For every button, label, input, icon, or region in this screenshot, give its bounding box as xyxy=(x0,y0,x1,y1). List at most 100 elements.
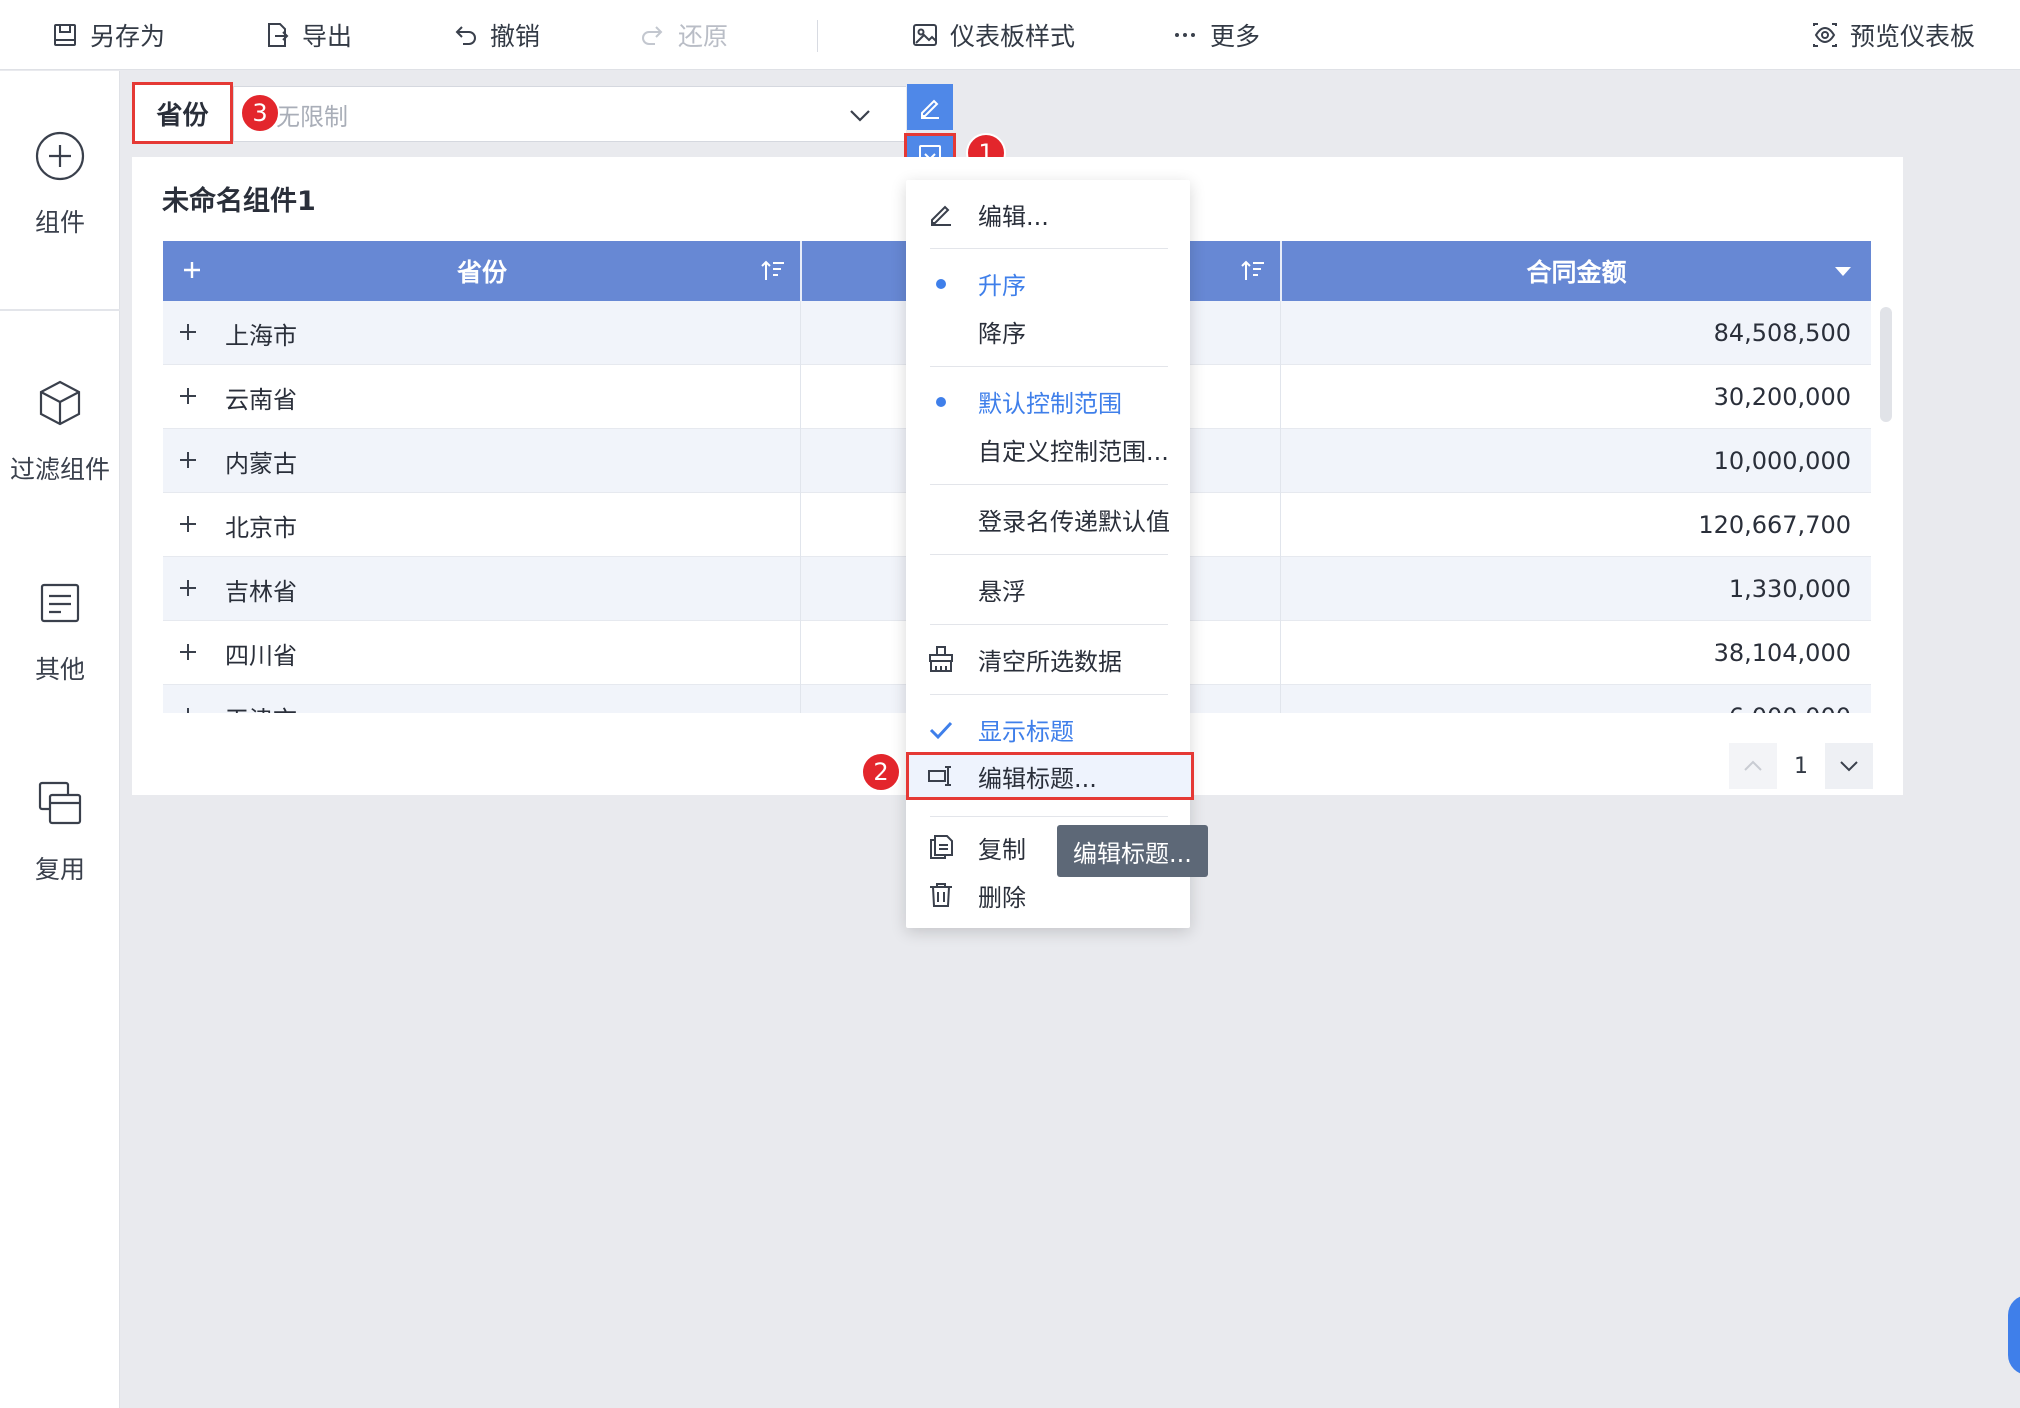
chevron-down-icon xyxy=(1840,761,1858,772)
filter-edit-button[interactable] xyxy=(907,84,953,130)
side-expand-tab[interactable] xyxy=(2008,1295,2020,1375)
menu-item-label: 登录名传递默认值 xyxy=(978,507,1170,536)
preview-dashboard-button[interactable]: 预览仪表板 xyxy=(1810,0,1975,70)
expand-row-icon[interactable] xyxy=(175,703,201,713)
menu-item-label: 显示标题 xyxy=(978,717,1074,746)
column-header-contract-amount[interactable]: 合同金额 xyxy=(1282,241,1871,301)
menu-item-label: 默认控制范围 xyxy=(978,389,1122,418)
top-toolbar: 另存为 导出 撤销 还原 仪表板样式 更多 预览仪表板 xyxy=(0,0,2020,70)
menu-item-custom-scope[interactable]: 自定义控制范围... xyxy=(906,425,1190,473)
menu-divider xyxy=(930,248,1168,249)
province-cell: 云南省 xyxy=(225,385,297,414)
dashboard-style-icon xyxy=(913,24,937,46)
menu-item-label: 编辑... xyxy=(978,202,1049,231)
left-sidebar: 组件 过滤组件 其他 复用 xyxy=(0,71,120,1408)
amount-cell: 38,104,000 xyxy=(1713,639,1851,667)
filter-placeholder: 无限制 xyxy=(276,102,348,131)
sidebar-item-filter-components[interactable]: 过滤组件 xyxy=(0,376,120,486)
menu-item-edit[interactable]: 编辑... xyxy=(906,190,1190,238)
more-button[interactable]: 更多 xyxy=(1170,0,1260,70)
menu-item-label: 自定义控制范围... xyxy=(978,437,1169,466)
sidebar-item-components[interactable]: 组件 xyxy=(0,129,120,239)
save-as-button[interactable]: 另存为 xyxy=(50,0,165,70)
toolbar-divider xyxy=(817,20,818,52)
menu-item-label: 清空所选数据 xyxy=(978,647,1122,676)
edit-title-tooltip: 编辑标题... xyxy=(1057,825,1208,877)
amount-cell: 6,000,000 xyxy=(1729,685,1851,713)
sidebar-item-label: 其他 xyxy=(34,655,85,684)
reuse-icon xyxy=(38,781,82,825)
filter-context-menu: 编辑... 升序 降序 默认控制范围 自定义控制范围... 登录名传递默认值 悬… xyxy=(906,180,1194,928)
chevron-down-icon[interactable] xyxy=(846,101,874,129)
pagination: 1 xyxy=(1729,743,1873,789)
amount-cell: 30,200,000 xyxy=(1713,383,1851,411)
province-cell: 天津市 xyxy=(225,685,297,714)
undo-button[interactable]: 撤销 xyxy=(450,0,540,70)
redo-label: 还原 xyxy=(678,22,729,51)
copy-icon xyxy=(930,835,953,859)
tooltip-text: 编辑标题... xyxy=(1073,839,1192,868)
column-gridline xyxy=(1280,301,1281,713)
menu-item-edit-title[interactable]: 编辑标题... xyxy=(906,752,1194,800)
trash-icon xyxy=(930,883,952,907)
export-button[interactable]: 导出 xyxy=(262,0,352,70)
redo-button[interactable]: 还原 xyxy=(638,0,728,70)
cube-icon xyxy=(39,380,81,426)
sidebar-item-reuse[interactable]: 复用 xyxy=(0,776,120,886)
menu-item-ascending[interactable]: 升序 xyxy=(906,259,1190,307)
province-cell: 上海市 xyxy=(225,321,297,350)
preview-icon xyxy=(1813,23,1837,47)
column-divider xyxy=(800,241,802,301)
page-number: 1 xyxy=(1794,753,1808,779)
menu-item-label: 复制 xyxy=(978,835,1026,864)
menu-divider xyxy=(930,816,1168,817)
redo-icon xyxy=(642,26,663,45)
selected-dot-icon xyxy=(936,397,946,407)
sidebar-divider xyxy=(0,309,120,311)
page-up-button[interactable] xyxy=(1729,743,1777,789)
filter-title: 省份 xyxy=(132,82,233,144)
expand-row-icon[interactable] xyxy=(175,383,201,409)
filter-title-text: 省份 xyxy=(156,100,209,131)
menu-item-float[interactable]: 悬浮 xyxy=(906,565,1190,613)
menu-item-show-title[interactable]: 显示标题 xyxy=(906,705,1190,753)
page-down-button[interactable] xyxy=(1825,743,1873,789)
expand-row-icon[interactable] xyxy=(175,575,201,601)
column-header-label: 合同金额 xyxy=(1526,258,1627,287)
expand-row-icon[interactable] xyxy=(175,447,201,473)
province-cell: 四川省 xyxy=(225,641,297,670)
menu-item-delete[interactable]: 删除 xyxy=(906,871,1190,919)
sort-icon[interactable] xyxy=(1239,257,1267,285)
menu-item-descending[interactable]: 降序 xyxy=(906,307,1190,355)
menu-divider xyxy=(930,624,1168,625)
undo-label: 撤销 xyxy=(490,22,541,51)
menu-item-login-default[interactable]: 登录名传递默认值 xyxy=(906,495,1190,543)
menu-item-label: 悬浮 xyxy=(978,577,1026,606)
save-as-label: 另存为 xyxy=(90,22,166,51)
clear-brush-icon xyxy=(929,646,953,672)
province-cell: 北京市 xyxy=(225,513,297,542)
menu-item-label: 删除 xyxy=(978,883,1026,912)
table-scrollbar[interactable] xyxy=(1880,307,1892,422)
expand-row-icon[interactable] xyxy=(175,639,201,665)
chevron-up-icon xyxy=(1744,760,1762,771)
menu-divider xyxy=(930,484,1168,485)
menu-divider xyxy=(930,554,1168,555)
sort-desc-icon[interactable] xyxy=(1829,257,1857,285)
province-filter: 无限制 xyxy=(233,86,906,142)
menu-item-default-scope[interactable]: 默认控制范围 xyxy=(906,377,1190,425)
expand-row-icon[interactable] xyxy=(175,511,201,537)
save-as-icon xyxy=(54,24,76,46)
step-badge-2: 2 xyxy=(861,752,901,792)
export-label: 导出 xyxy=(302,22,353,51)
dashboard-style-button[interactable]: 仪表板样式 xyxy=(910,0,1075,70)
export-icon xyxy=(268,23,289,47)
province-cell: 内蒙古 xyxy=(225,449,297,478)
sort-icon[interactable] xyxy=(759,257,787,285)
selected-dot-icon xyxy=(936,279,946,289)
column-header-province[interactable]: 省份 xyxy=(163,241,801,301)
province-filter-select[interactable]: 无限制 xyxy=(234,87,884,141)
expand-row-icon[interactable] xyxy=(175,319,201,345)
menu-item-clear-selected[interactable]: 清空所选数据 xyxy=(906,635,1190,683)
sidebar-item-others[interactable]: 其他 xyxy=(0,576,120,686)
